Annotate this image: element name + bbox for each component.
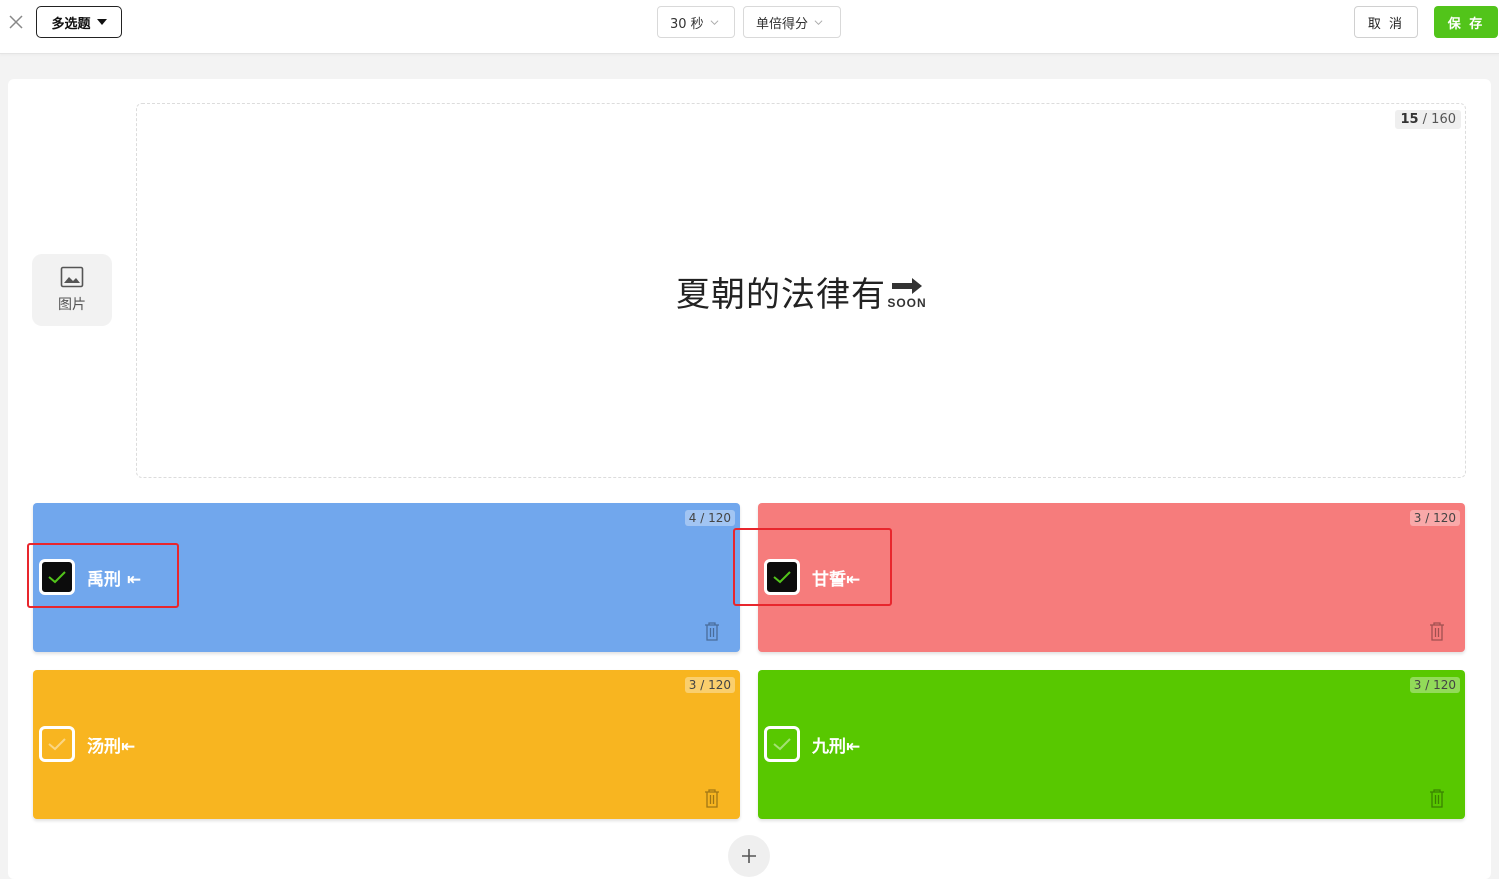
check-icon (773, 571, 791, 584)
question-type-label: 多选题 (51, 16, 91, 32)
option-char-counter: 4 / 120 (684, 510, 735, 526)
answer-option-3: 3 / 120 汤刑⇤ (33, 670, 740, 819)
option-text-input[interactable]: 九刑⇤ (812, 732, 860, 757)
correct-answer-checkbox[interactable] (764, 726, 800, 762)
option-char-counter: 3 / 120 (1409, 677, 1460, 693)
chevron-down-icon (710, 19, 719, 25)
option-char-counter: 3 / 120 (1409, 510, 1460, 526)
add-image-label: 图片 (58, 297, 86, 313)
option-text-input[interactable]: 禹刑 ⇤ (87, 565, 141, 590)
cancel-button[interactable]: 取 消 (1354, 6, 1418, 38)
chevron-down-icon (814, 19, 823, 25)
image-icon (60, 266, 84, 288)
add-option-button[interactable] (728, 835, 770, 877)
correct-answer-checkbox[interactable] (39, 559, 75, 595)
answer-option-1: 4 / 120 禹刑 ⇤ (33, 503, 740, 652)
time-limit-select[interactable]: 30 秒 (657, 6, 735, 38)
save-button[interactable]: 保 存 (1434, 6, 1498, 38)
close-icon[interactable] (7, 13, 25, 31)
option-text-input[interactable]: 汤刑⇤ (87, 732, 135, 757)
scoring-select[interactable]: 单倍得分 (743, 6, 841, 38)
question-type-select[interactable]: 多选题 (36, 6, 122, 38)
correct-answer-checkbox[interactable] (764, 559, 800, 595)
check-icon (48, 571, 66, 584)
answer-option-4: 3 / 120 九刑⇤ (758, 670, 1465, 819)
plus-icon (742, 849, 756, 863)
trash-icon[interactable] (703, 621, 721, 641)
question-char-counter: 15 / 160 (1395, 110, 1461, 129)
trash-icon[interactable] (1428, 788, 1446, 808)
trash-icon[interactable] (703, 788, 721, 808)
question-input[interactable]: 15 / 160 夏朝的法律有 SOON (136, 103, 1466, 478)
scoring-label: 单倍得分 (756, 16, 809, 32)
check-icon (48, 738, 66, 751)
question-text-row: 夏朝的法律有 SOON (137, 267, 1465, 316)
correct-answer-checkbox[interactable] (39, 726, 75, 762)
question-char-count: 15 (1400, 112, 1419, 127)
trash-icon[interactable] (1428, 621, 1446, 641)
add-image-button[interactable]: 图片 (32, 254, 112, 326)
option-text-input[interactable]: 甘誓⇤ (812, 565, 860, 590)
soon-arrow-icon: SOON (888, 278, 926, 310)
option-char-counter: 3 / 120 (684, 677, 735, 693)
caret-down-icon (96, 19, 107, 25)
answer-option-2: 3 / 120 甘誓⇤ (758, 503, 1465, 652)
time-limit-label: 30 秒 (670, 16, 704, 32)
top-toolbar: 多选题 30 秒 单倍得分 取 消 保 存 (0, 0, 1499, 54)
soon-label: SOON (888, 296, 926, 310)
question-text: 夏朝的法律有 (676, 275, 886, 315)
question-char-limit: / 160 (1422, 112, 1456, 127)
check-icon (773, 738, 791, 751)
